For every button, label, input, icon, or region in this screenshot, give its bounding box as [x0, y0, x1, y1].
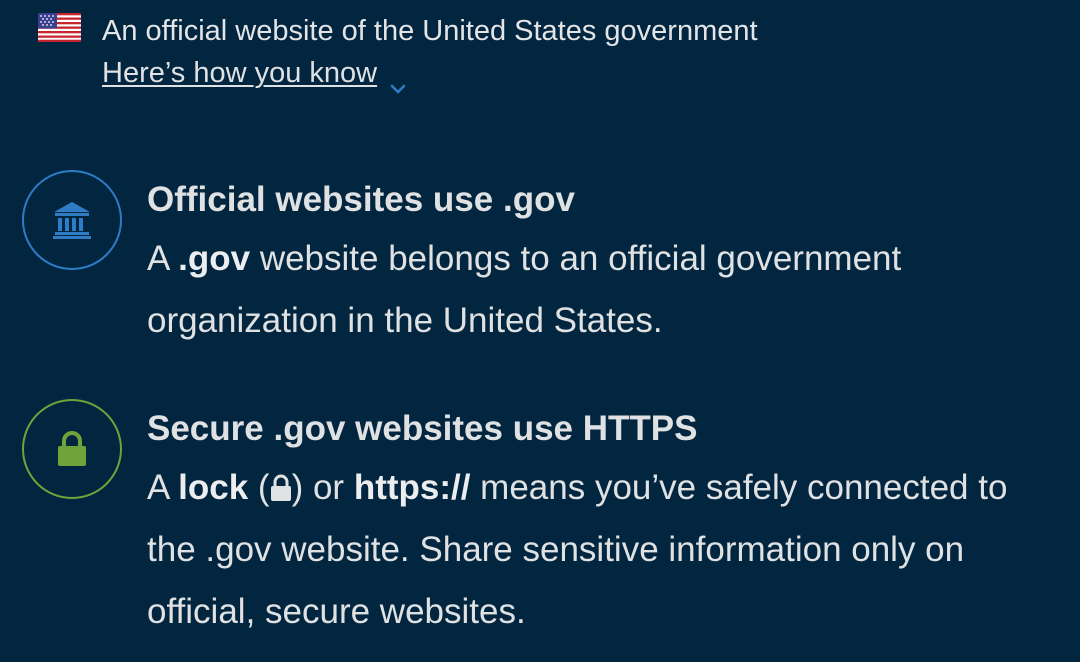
- heres-how-you-know-link[interactable]: Here’s how you know: [102, 54, 407, 94]
- heres-how-you-know-label[interactable]: Here’s how you know: [102, 54, 377, 92]
- lock-icon: [22, 399, 122, 499]
- secure-https-title: Secure .gov websites use HTTPS: [147, 409, 698, 448]
- official-gov-body: A .gov website belongs to an official go…: [147, 239, 902, 340]
- https-emphasis: https://: [353, 468, 471, 507]
- official-gov-title: Official websites use .gov: [147, 180, 575, 219]
- gov-banner: An official website of the United States…: [0, 0, 1080, 110]
- official-website-text: An official website of the United States…: [102, 15, 758, 47]
- chevron-down-icon[interactable]: [389, 68, 407, 94]
- us-flag-icon: [38, 13, 81, 42]
- lock-emphasis: lock: [178, 468, 249, 507]
- gov-emphasis: .gov: [178, 239, 251, 278]
- government-building-icon: [22, 170, 122, 270]
- secure-https-body: A lock () or https:// means you’ve safel…: [147, 457, 1047, 643]
- inline-lock-icon: [270, 460, 292, 501]
